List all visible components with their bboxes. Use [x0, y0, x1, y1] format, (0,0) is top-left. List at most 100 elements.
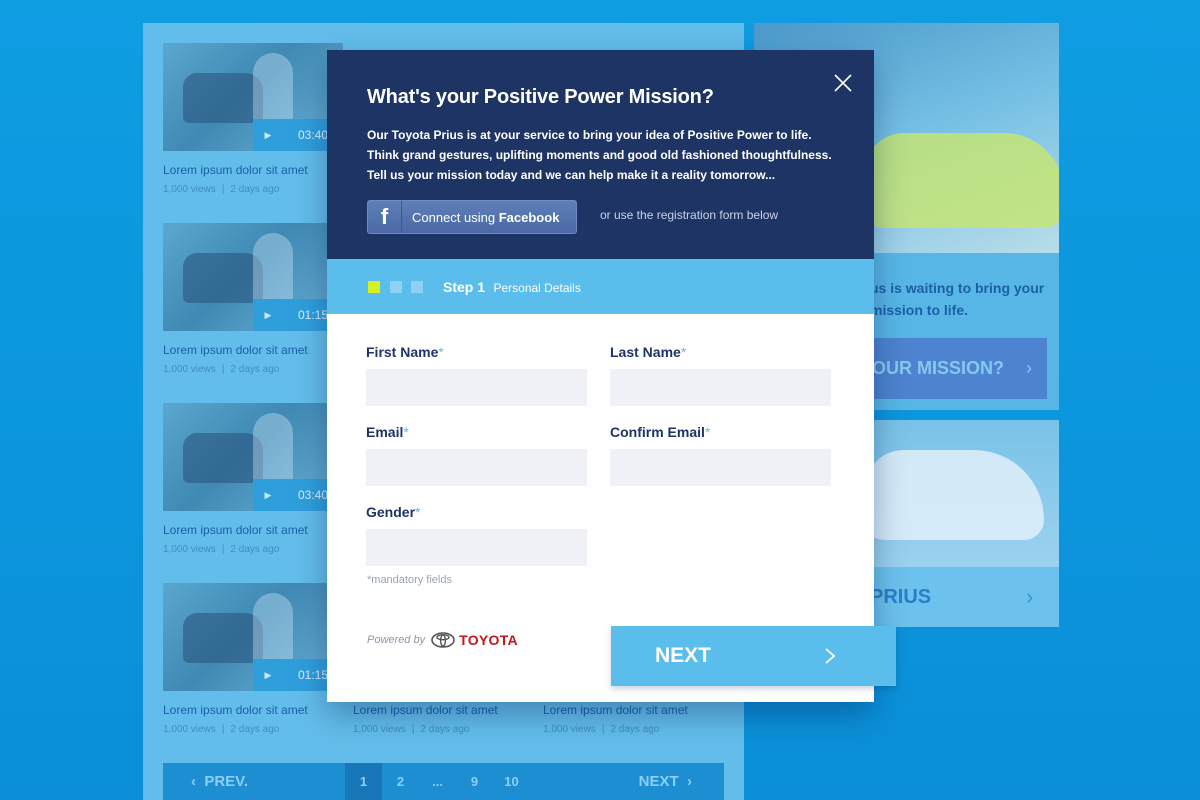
meta-separator: |	[221, 544, 225, 555]
video-meta: 1,000 views | 2 days ago	[163, 544, 279, 555]
chevron-right-icon: ›	[1026, 358, 1033, 378]
chevron-right-icon: ›	[1026, 584, 1034, 609]
gender-field[interactable]	[366, 529, 587, 566]
mission-button[interactable]: OUR MISSION? ›	[854, 338, 1047, 399]
video-views: 1,000 views	[163, 544, 216, 555]
play-icon: ▶	[264, 669, 272, 680]
pagination: ‹ PREV. 1 2 ... 9 10 NEXT ›	[163, 763, 724, 800]
pagination-next-label: NEXT	[638, 773, 679, 790]
pagination-page-1[interactable]: 1	[345, 763, 382, 800]
video-meta: 1,000 views | 2 days ago	[163, 184, 279, 195]
first-name-field[interactable]	[366, 369, 587, 406]
mission-button-label: OUR MISSION?	[872, 358, 1005, 378]
play-icon: ▶	[264, 489, 272, 500]
facebook-connect-button[interactable]: f Connect using Facebook	[367, 200, 577, 234]
video-meta: 1,000 views | 2 days ago	[163, 724, 279, 735]
required-mark: *	[438, 344, 444, 360]
video-age: 2 days ago	[420, 724, 470, 735]
next-button-label: NEXT	[655, 644, 712, 667]
video-meta: 1,000 views | 2 days ago	[163, 364, 279, 375]
last-name-field[interactable]	[610, 369, 831, 406]
step-indicator-3	[411, 281, 423, 293]
facebook-icon: f	[368, 201, 402, 233]
video-title[interactable]: Lorem ipsum dolor sit amet	[163, 343, 308, 357]
step-number: Step 1	[443, 279, 486, 295]
toyota-logo-icon	[431, 632, 455, 648]
meta-separator: |	[221, 184, 225, 195]
step-progress-bar: Step 1 Personal Details	[327, 259, 874, 314]
email-field[interactable]	[366, 449, 587, 486]
pagination-prev-label: PREV.	[204, 773, 248, 790]
video-views: 1,000 views	[353, 724, 406, 735]
video-meta: 1,000 views | 2 days ago	[543, 724, 659, 735]
pagination-prev-button[interactable]: ‹ PREV.	[163, 773, 345, 790]
modal-description: Our Toyota Prius is at your service to b…	[367, 128, 832, 182]
play-icon: ▶	[264, 309, 272, 320]
facebook-connect-label: Connect using Facebook	[402, 210, 559, 225]
facebook-label-brand: Facebook	[498, 209, 560, 225]
confirm-email-label-text: Confirm Email	[610, 424, 705, 440]
promo-text: us is waiting to bring your mission to l…	[870, 280, 1045, 318]
pagination-ellipsis: ...	[432, 774, 443, 789]
gender-label-text: Gender	[366, 504, 416, 520]
mandatory-note: *mandatory fields	[367, 574, 452, 586]
step-indicator-1	[368, 281, 380, 293]
pagination-next-button[interactable]: NEXT ›	[639, 773, 724, 790]
toyota-brand: TOYOTA	[459, 632, 518, 648]
powered-by: Powered by TOYOTA	[367, 632, 518, 648]
video-meta: 1,000 views | 2 days ago	[353, 724, 469, 735]
facebook-label-prefix: Connect using	[412, 209, 499, 225]
confirm-email-field[interactable]	[610, 449, 831, 486]
video-title[interactable]: Lorem ipsum dolor sit amet	[353, 703, 498, 717]
video-views: 1,000 views	[163, 724, 216, 735]
step-name: Personal Details	[493, 281, 581, 295]
first-name-label: First Name*	[366, 344, 444, 360]
video-age: 2 days ago	[610, 724, 660, 735]
video-age: 2 days ago	[230, 184, 280, 195]
play-icon: ▶	[264, 129, 272, 140]
prius-label: PRIUS	[870, 586, 932, 608]
required-mark: *	[704, 424, 711, 440]
gender-label: Gender*	[366, 504, 420, 520]
video-thumbnail[interactable]: ▶ 01:15	[163, 223, 343, 331]
video-views: 1,000 views	[163, 364, 216, 375]
meta-separator: |	[601, 724, 605, 735]
required-mark: *	[415, 504, 421, 520]
close-icon[interactable]	[832, 72, 854, 94]
meta-separator: |	[221, 724, 225, 735]
chevron-right-icon	[824, 647, 836, 665]
registration-alt-text: or use the registration form below	[600, 208, 779, 222]
next-button[interactable]: NEXT	[611, 626, 896, 686]
video-age: 2 days ago	[230, 544, 280, 555]
meta-separator: |	[221, 364, 225, 375]
video-card[interactable]: ▶ 03:40 Lorem ipsum dolor sit amet 1,000 vi…	[163, 403, 343, 563]
pagination-page-9[interactable]: 9	[456, 763, 493, 800]
video-age: 2 days ago	[230, 364, 280, 375]
video-title[interactable]: Lorem ipsum dolor sit amet	[163, 163, 308, 177]
pagination-page-10[interactable]: 10	[493, 763, 530, 800]
registration-modal: What's your Positive Power Mission? Our …	[327, 50, 896, 702]
video-views: 1,000 views	[543, 724, 596, 735]
last-name-label: Last Name*	[610, 344, 686, 360]
video-title[interactable]: Lorem ipsum dolor sit amet	[163, 523, 308, 537]
modal-header: What's your Positive Power Mission? Our …	[327, 50, 874, 259]
video-title[interactable]: Lorem ipsum dolor sit amet	[163, 703, 308, 717]
video-views: 1,000 views	[163, 184, 216, 195]
video-title[interactable]: Lorem ipsum dolor sit amet	[543, 703, 688, 717]
video-thumbnail[interactable]: ▶ 01:15	[163, 583, 343, 691]
video-card[interactable]: ▶ 01:15 Lorem ipsum dolor sit amet 1,000 vi…	[163, 223, 343, 383]
modal-title: What's your Positive Power Mission?	[367, 86, 714, 108]
video-thumbnail[interactable]: ▶ 03:40	[163, 403, 343, 511]
step-indicator-2	[390, 281, 402, 293]
pagination-page-2[interactable]: 2	[382, 763, 419, 800]
last-name-label-text: Last Name	[610, 344, 681, 360]
required-mark: *	[680, 344, 687, 360]
first-name-label-text: First Name	[366, 344, 439, 360]
video-card[interactable]: ▶ 01:15 Lorem ipsum dolor sit amet 1,000 vi…	[163, 583, 343, 743]
confirm-email-label: Confirm Email*	[610, 424, 710, 440]
video-age: 2 days ago	[230, 724, 280, 735]
video-thumbnail[interactable]: ▶ 03:40	[163, 43, 343, 151]
step-label: Step 1 Personal Details	[443, 279, 581, 297]
video-card[interactable]: ▶ 03:40 Lorem ipsum dolor sit amet 1,000 vi…	[163, 43, 343, 203]
email-label: Email*	[366, 424, 409, 440]
